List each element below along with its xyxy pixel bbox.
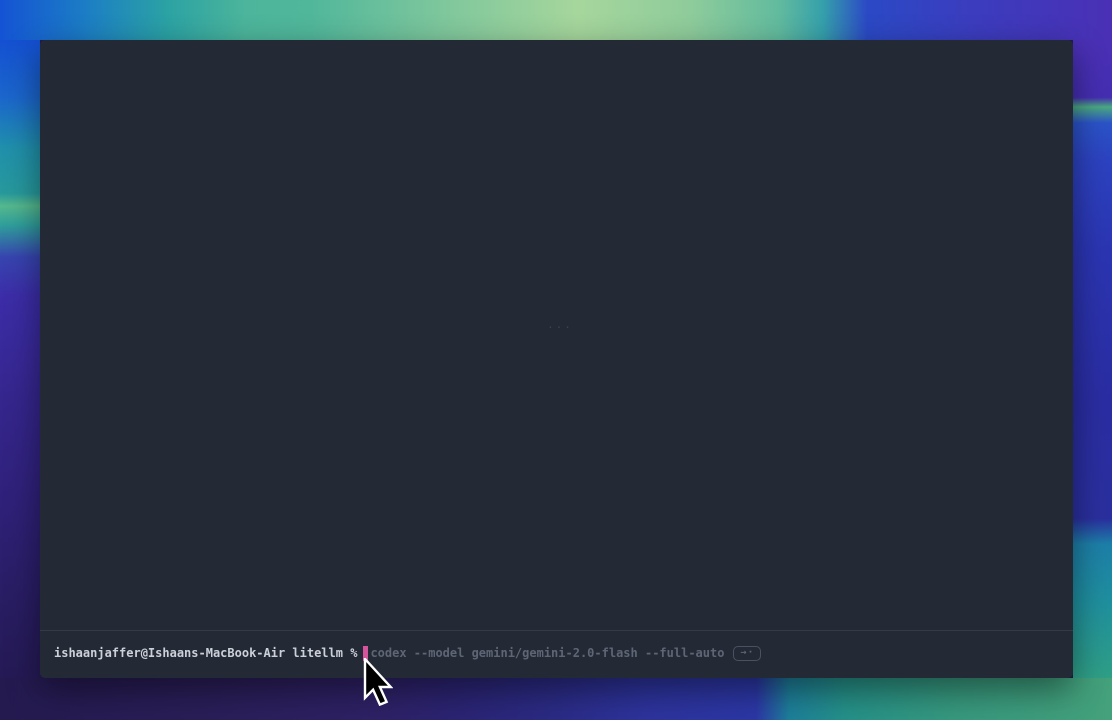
wallpaper-top-strip: [0, 0, 1112, 40]
shell-prompt: ishaanjaffer@Ishaans-MacBook-Air litellm…: [54, 645, 357, 661]
wallpaper-right-strip: [1073, 40, 1112, 678]
accept-suggestion-key-pill[interactable]: →·: [733, 646, 761, 661]
autosuggestion-text: codex --model gemini/gemini-2.0-flash --…: [370, 645, 724, 661]
wallpaper-left-strip: [0, 40, 40, 678]
text-cursor: [363, 646, 368, 661]
desktop: { "window": { "loading_dots": "···", "pr…: [0, 0, 1112, 720]
wallpaper-bottom-strip: [0, 678, 1112, 720]
prompt-divider: [40, 630, 1073, 631]
command-input-line[interactable]: ishaanjaffer@Ishaans-MacBook-Air litellm…: [54, 645, 1063, 661]
loading-indicator: ···: [540, 321, 580, 334]
terminal-window[interactable]: ··· ishaanjaffer@Ishaans-MacBook-Air lit…: [40, 40, 1073, 678]
